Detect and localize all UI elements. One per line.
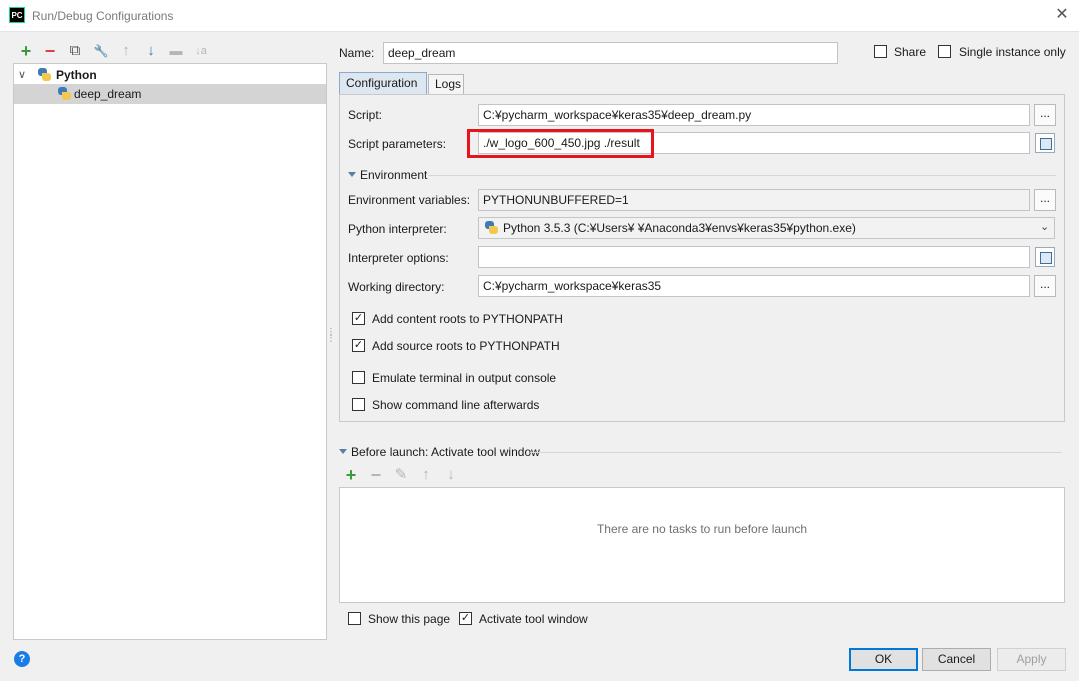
ok-button[interactable]: OK [849, 648, 918, 671]
script-browse-button[interactable]: ... [1034, 104, 1056, 126]
environment-variables-label: Environment variables: [348, 193, 471, 207]
tree-item-label: deep_dream [74, 87, 142, 101]
collapse-triangle-icon[interactable] [339, 449, 347, 454]
close-icon[interactable]: ✕ [1052, 5, 1072, 25]
script-label: Script: [348, 108, 383, 122]
emulate-terminal-label: Emulate terminal in output console [372, 371, 557, 385]
script-field[interactable]: C:¥pycharm_workspace¥keras35¥deep_dream.… [478, 104, 1030, 126]
name-field[interactable]: deep_dream [383, 42, 838, 64]
chevron-down-icon[interactable]: ∨ [18, 65, 26, 85]
single-instance-checkbox[interactable] [938, 45, 951, 58]
highlight-box [467, 129, 654, 158]
show-this-page-checkbox[interactable] [348, 612, 361, 625]
splitter-handle[interactable]: ⋮ ⋮ [326, 328, 336, 348]
tree-item-python[interactable]: ∨ Python [14, 65, 326, 85]
section-divider [428, 175, 1056, 176]
move-down-icon[interactable]: ↓ [141, 41, 161, 61]
folder-icon[interactable]: ▬ [166, 41, 186, 61]
empty-tasks-message: There are no tasks to run before launch [596, 522, 808, 536]
apply-button[interactable]: Apply [997, 648, 1066, 671]
share-checkbox[interactable] [874, 45, 887, 58]
help-icon[interactable]: ? [14, 651, 30, 667]
python-icon [485, 221, 498, 234]
activate-tool-window-label: Activate tool window [479, 612, 588, 626]
copy-configuration-icon[interactable]: ⧉ [65, 41, 85, 61]
add-configuration-icon[interactable]: + [16, 41, 36, 61]
environment-section-label: Environment [360, 168, 428, 182]
move-task-up-icon[interactable]: ↑ [416, 465, 436, 485]
content-roots-label: Add content roots to PYTHONPATH [372, 312, 563, 326]
tab-configuration[interactable]: Configuration [339, 72, 427, 94]
remove-task-icon[interactable]: − [366, 465, 386, 485]
before-launch-label: Before launch: Activate tool window [351, 445, 540, 459]
configuration-tree[interactable]: ∨ Python deep_dream [13, 63, 327, 640]
interpreter-options-label: Interpreter options: [348, 251, 449, 265]
move-task-down-icon[interactable]: ↓ [441, 465, 461, 485]
chevron-down-icon[interactable]: ⌄ [1040, 220, 1049, 233]
source-roots-checkbox[interactable]: ✓ [352, 339, 365, 352]
section-divider [530, 452, 1062, 453]
expand-parameters-icon[interactable] [1035, 133, 1055, 153]
pycharm-app-icon: PC [9, 7, 25, 23]
expand-options-icon[interactable] [1035, 247, 1055, 267]
add-task-icon[interactable]: + [341, 465, 361, 485]
interpreter-options-field[interactable] [478, 246, 1030, 268]
move-up-icon[interactable]: ↑ [116, 41, 136, 61]
show-this-page-label: Show this page [368, 612, 451, 626]
python-interpreter-select[interactable]: Python 3.5.3 (C:¥Users¥ ¥Anaconda3¥envs¥… [478, 217, 1055, 239]
working-directory-browse-button[interactable]: ... [1034, 275, 1056, 297]
script-parameters-label: Script parameters: [348, 137, 447, 151]
collapse-triangle-icon[interactable] [348, 172, 356, 177]
activate-tool-window-checkbox[interactable]: ✓ [459, 612, 472, 625]
remove-configuration-icon[interactable]: − [40, 41, 60, 61]
window-title: Run/Debug Configurations [32, 9, 174, 23]
environment-variables-field[interactable]: PYTHONUNBUFFERED=1 [478, 189, 1030, 211]
content-roots-checkbox[interactable]: ✓ [352, 312, 365, 325]
emulate-terminal-checkbox[interactable] [352, 371, 365, 384]
source-roots-label: Add source roots to PYTHONPATH [372, 339, 560, 353]
python-icon [58, 87, 71, 100]
tree-item-label: Python [56, 68, 97, 82]
sort-alphabetically-icon[interactable]: ↓a [191, 41, 211, 61]
show-command-line-label: Show command line afterwards [372, 398, 540, 412]
working-directory-label: Working directory: [348, 280, 445, 294]
python-interpreter-label: Python interpreter: [348, 222, 447, 236]
tree-item-deep-dream[interactable]: deep_dream [14, 84, 326, 104]
tab-logs[interactable]: Logs [428, 74, 464, 94]
python-icon [38, 68, 51, 81]
edit-defaults-icon[interactable]: 🔧 [91, 41, 111, 61]
name-label: Name: [339, 46, 375, 60]
cancel-button[interactable]: Cancel [922, 648, 991, 671]
edit-task-icon[interactable]: ✎ [391, 465, 411, 485]
environment-variables-browse-button[interactable]: ... [1034, 189, 1056, 211]
working-directory-field[interactable]: C:¥pycharm_workspace¥keras35 [478, 275, 1030, 297]
show-command-line-checkbox[interactable] [352, 398, 365, 411]
before-launch-task-list[interactable] [339, 487, 1065, 603]
single-instance-label: Single instance only [959, 45, 1066, 59]
share-label: Share [894, 45, 927, 59]
